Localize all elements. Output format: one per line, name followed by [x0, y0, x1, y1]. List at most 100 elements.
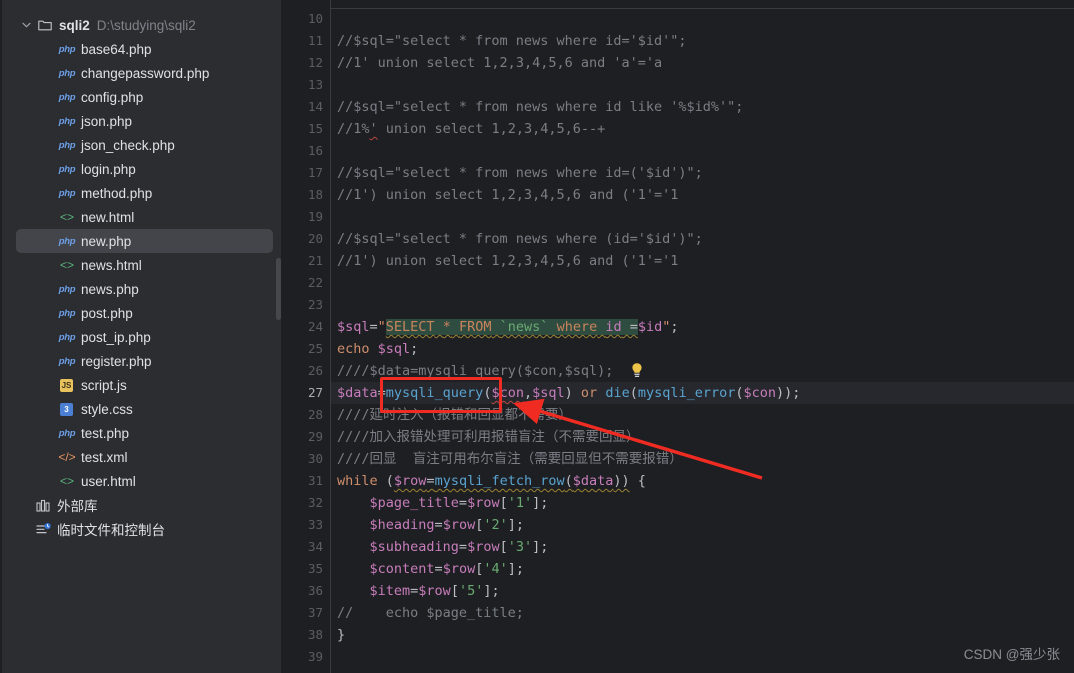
tree-file-item[interactable]: php post.php — [0, 301, 281, 325]
chevron-down-icon[interactable] — [18, 17, 34, 33]
tree-file-item[interactable]: <> new.html — [0, 205, 281, 229]
tree-file-item[interactable]: 3 style.css — [0, 397, 281, 421]
line-number-32: 32 — [307, 495, 323, 510]
tree-node-label: 外部库 — [57, 499, 98, 514]
line-number-33: 33 — [307, 517, 323, 532]
php-file-icon: php — [58, 283, 76, 295]
tree-file-item[interactable]: php method.php — [0, 181, 281, 205]
tree-file-item[interactable]: php login.php — [0, 157, 281, 181]
code-line-17: //$sql="select * from news where id=('$i… — [337, 165, 703, 181]
project-file-list[interactable]: php base64.php php changepassword.php php con… — [0, 37, 281, 493]
line-number-17: 17 — [307, 165, 323, 180]
tree-file-item[interactable]: php new.php — [16, 229, 273, 253]
project-tree[interactable]: sqli2 D:\studying\sqli2 php base64.php php… — [0, 0, 281, 541]
tree-file-item[interactable]: </> test.xml — [0, 445, 281, 469]
tree-file-item[interactable]: php post_ip.php — [0, 325, 281, 349]
tree-node-item[interactable]: 临时文件和控制台 — [0, 517, 281, 541]
scratches-consoles-icon — [34, 521, 52, 537]
html-file-icon: <> — [59, 210, 74, 224]
tree-file-label: post_ip.php — [81, 329, 151, 345]
line-number-35: 35 — [307, 561, 323, 576]
tree-file-item[interactable]: php json.php — [0, 109, 281, 133]
external-libraries-icon — [34, 497, 52, 513]
code-line-30: ////回显 盲注可用布尔盲注（需要回显但不需要报错） — [337, 451, 683, 467]
tree-file-item[interactable]: <> news.html — [0, 253, 281, 277]
css-file-icon: 3 — [60, 402, 73, 416]
line-number-11: 11 — [307, 33, 323, 48]
csdn-watermark: CSDN @强少张 — [963, 647, 1060, 662]
code-line-12: //1' union select 1,2,3,4,5,6 and 'a'='a — [337, 55, 663, 71]
php-file-icon: php — [58, 235, 76, 247]
tree-file-item[interactable]: php json_check.php — [0, 133, 281, 157]
code-line-27: $data=mysqli_query($con,$sql) or die(mys… — [337, 385, 801, 401]
code-line-24: $sql="SELECT * FROM `news` where id =$id… — [337, 319, 679, 335]
php-file-icon: php — [58, 331, 76, 343]
line-number-gutter: 10 11 12 13 14 15 16 17 18 19 20 21 22 23 24 25 26 27 28 29… — [281, 0, 331, 673]
code-line-36: $item=$row['5']; — [369, 583, 500, 599]
php-file-icon: php — [58, 91, 76, 103]
php-file-icon: php — [58, 139, 76, 151]
line-number-31: 31 — [307, 473, 323, 488]
php-file-icon: php — [58, 355, 76, 367]
tree-file-label: base64.php — [81, 41, 152, 57]
project-name: sqli2 — [59, 17, 90, 33]
tree-file-item[interactable]: php base64.php — [0, 37, 281, 61]
line-number-36: 36 — [307, 583, 323, 598]
code-line-26: ////$data=mysqli_query($con,$sql); — [337, 363, 614, 379]
tree-file-item[interactable]: <> user.html — [0, 469, 281, 493]
tree-file-item[interactable]: php news.php — [0, 277, 281, 301]
line-number-26: 26 — [307, 363, 323, 378]
tree-file-label: user.html — [81, 473, 136, 489]
code-line-28: ////延时注入（报错和回显都不需要） — [337, 407, 573, 423]
line-number-16: 16 — [307, 143, 323, 158]
project-tree-panel[interactable]: sqli2 D:\studying\sqli2 php base64.php php… — [0, 0, 281, 673]
html-file-icon: <> — [59, 474, 74, 488]
code-line-33: $heading=$row['2']; — [369, 517, 524, 533]
code-line-18: //1') union select 1,2,3,4,5,6 and ('1'=… — [337, 187, 679, 203]
code-line-32: $page_title=$row['1']; — [369, 495, 549, 511]
code-content[interactable]: //$sql="select * from news where id='$id… — [331, 0, 1074, 673]
tree-file-item[interactable]: php changepassword.php — [0, 61, 281, 85]
tree-node-project-root[interactable]: sqli2 D:\studying\sqli2 — [0, 13, 281, 37]
tree-file-label: test.php — [81, 425, 130, 441]
tree-file-item[interactable]: php config.php — [0, 85, 281, 109]
folder-icon — [36, 17, 54, 33]
tree-file-label: config.php — [81, 89, 144, 105]
line-number-34: 34 — [307, 539, 323, 554]
project-path: D:\studying\sqli2 — [96, 17, 196, 33]
lightbulb-icon[interactable] — [630, 362, 644, 379]
php-file-icon: php — [58, 427, 76, 439]
code-line-15: //1%' union select 1,2,3,4,5,6--+ — [337, 121, 606, 137]
line-number-12: 12 — [307, 55, 323, 70]
tree-file-label: json.php — [81, 113, 133, 129]
code-line-37: // echo $page_title; — [337, 605, 524, 621]
tree-file-label: login.php — [81, 161, 136, 177]
tree-file-item[interactable]: JS script.js — [0, 373, 281, 397]
php-file-icon: php — [58, 307, 76, 319]
code-editor[interactable]: 10 11 12 13 14 15 16 17 18 19 20 21 22 23 24 25 26 27 28 29… — [281, 0, 1074, 673]
line-number-13: 13 — [307, 77, 323, 92]
line-number-29: 29 — [307, 429, 323, 444]
code-line-35: $content=$row['4']; — [369, 561, 524, 577]
line-number-15: 15 — [307, 121, 323, 136]
code-line-11: //$sql="select * from news where id='$id… — [337, 33, 687, 49]
line-number-18: 18 — [307, 187, 323, 202]
tree-file-label: script.js — [81, 377, 127, 393]
tree-file-label: json_check.php — [81, 137, 175, 153]
tree-file-item[interactable]: php test.php — [0, 421, 281, 445]
code-line-34: $subheading=$row['3']; — [369, 539, 549, 555]
project-extra-nodes[interactable]: 外部库临时文件和控制台 — [0, 493, 281, 541]
line-number-24: 24 — [307, 319, 323, 334]
tree-node-label: 临时文件和控制台 — [57, 523, 165, 538]
line-number-21: 21 — [307, 253, 323, 268]
tree-file-label: register.php — [81, 353, 152, 369]
line-number-23: 23 — [307, 297, 323, 312]
line-number-20: 20 — [307, 231, 323, 246]
html-file-icon: <> — [59, 258, 74, 272]
tree-file-item[interactable]: php register.php — [0, 349, 281, 373]
ide-window: sqli2 D:\studying\sqli2 php base64.php php… — [0, 0, 1074, 673]
tree-file-label: new.html — [81, 209, 135, 225]
tree-node-item[interactable]: 外部库 — [0, 493, 281, 517]
line-number-30: 30 — [307, 451, 323, 466]
code-line-29: ////加入报错处理可利用报错盲注（不需要回显） — [337, 429, 640, 445]
